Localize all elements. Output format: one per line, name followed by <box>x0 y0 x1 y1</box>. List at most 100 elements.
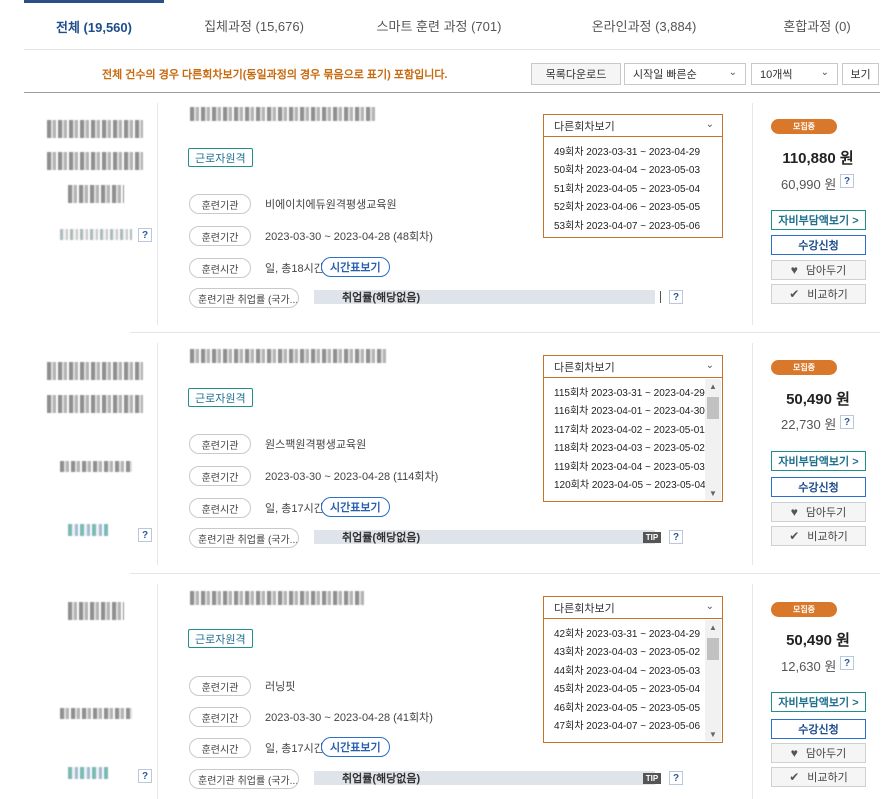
scroll-up-icon[interactable]: ▲ <box>705 379 721 393</box>
tab-classroom[interactable]: 집체과정 (15,676) <box>164 0 344 50</box>
wishlist-button[interactable]: ♥ 담아두기 <box>771 260 866 280</box>
session-item[interactable]: 47회차 2023-04-07 ~ 2023-05-06 <box>554 716 722 735</box>
course-thumbnail-text <box>68 185 124 203</box>
period-value: 2023-03-30 ~ 2023-04-28 (41회차) <box>265 712 433 724</box>
course-title[interactable] <box>190 591 364 605</box>
session-item[interactable]: 46회차 2023-04-05 ~ 2023-05-05 <box>554 697 722 716</box>
tab-all[interactable]: 전체 (19,560) <box>24 0 164 50</box>
tab-blended[interactable]: 혼합과정 (0) <box>754 0 880 50</box>
session-item[interactable]: 52회차 2023-04-06 ~ 2023-05-05 <box>554 197 722 216</box>
compare-label: 비교하기 <box>807 289 848 301</box>
scroll-up-icon[interactable]: ▲ <box>705 620 721 634</box>
help-icon[interactable]: ? <box>138 528 152 542</box>
schedule-button[interactable]: 시간표보기 <box>321 737 390 757</box>
session-item[interactable]: 51회차 2023-04-05 ~ 2023-05-04 <box>554 178 722 197</box>
page-size-select[interactable]: 10개씩 ⌄ <box>751 63 838 85</box>
session-item[interactable]: 43회차 2023-04-03 ~ 2023-05-02 <box>554 642 722 661</box>
course-row: ? 근로자원격 훈련기관 원스팩원격평생교육원 훈련기간 2023-03-30 … <box>0 333 891 573</box>
session-item[interactable]: 45회차 2023-04-05 ~ 2023-05-04 <box>554 679 722 698</box>
other-sessions-dropdown[interactable]: 다른회차보기 ⌄ 115회차 2023-03-31 ~ 2023-04-29 1… <box>543 355 723 502</box>
institution-value[interactable]: 원스팩원격평생교육원 <box>265 436 366 452</box>
chevron-down-icon: ⌄ <box>705 601 714 612</box>
employment-rate-bar: 취업률(해당없음) <box>314 530 655 544</box>
help-icon[interactable]: ? <box>138 769 152 783</box>
session-item[interactable]: 119회차 2023-04-04 ~ 2023-05-03 <box>554 456 722 475</box>
scroll-thumb[interactable] <box>707 638 719 660</box>
session-item[interactable]: 116회차 2023-04-01 ~ 2023-04-30 <box>554 401 722 420</box>
other-sessions-dropdown[interactable]: 다른회차보기 ⌄ 49회차 2023-03-31 ~ 2023-04-29 50… <box>543 114 723 238</box>
session-item[interactable]: 118회차 2023-04-03 ~ 2023-05-02 <box>554 438 722 457</box>
course-thumbnail-text <box>68 524 108 536</box>
self-pay-button[interactable]: 자비부담액보기 > <box>771 692 866 712</box>
check-icon: ✔ <box>789 529 800 543</box>
course-thumbnail-text <box>47 395 143 413</box>
employment-rate-bar: 취업률(해당없음) <box>314 771 655 785</box>
wishlist-label: 담아두기 <box>805 265 847 277</box>
tab-online[interactable]: 온라인과정 (3,884) <box>534 0 754 50</box>
help-icon[interactable]: ? <box>840 415 854 429</box>
session-scrollbar[interactable]: ▲ ▼ <box>705 379 721 500</box>
schedule-button[interactable]: 시간표보기 <box>321 497 390 517</box>
other-sessions-dropdown[interactable]: 다른회차보기 ⌄ 42회차 2023-03-31 ~ 2023-04-29 43… <box>543 596 723 743</box>
hours-label: 훈련시간 <box>189 498 251 518</box>
hours-value: 일, 총17시간 <box>265 743 324 755</box>
course-title[interactable] <box>190 107 376 121</box>
session-item[interactable]: 44회차 2023-04-04 ~ 2023-05-03 <box>554 660 722 679</box>
self-pay-button[interactable]: 자비부담액보기 > <box>771 210 866 230</box>
compare-button[interactable]: ✔ 비교하기 <box>771 526 866 546</box>
help-icon[interactable]: ? <box>138 228 152 242</box>
institution-label: 훈련기관 <box>189 676 251 696</box>
compare-button[interactable]: ✔ 비교하기 <box>771 284 866 304</box>
download-list-button[interactable]: 목록다운로드 <box>531 63 621 85</box>
session-scrollbar[interactable]: ▲ ▼ <box>705 620 721 741</box>
other-sessions-header[interactable]: 다른회차보기 ⌄ <box>544 597 722 619</box>
institution-value[interactable]: 비에이치에듀원격평생교육원 <box>265 196 397 212</box>
session-item[interactable]: 53회차 2023-04-07 ~ 2023-05-06 <box>554 215 722 234</box>
scroll-down-icon[interactable]: ▼ <box>705 486 721 500</box>
other-sessions-label: 다른회차보기 <box>554 120 615 133</box>
other-sessions-header[interactable]: 다른회차보기 ⌄ <box>544 115 722 137</box>
tip-badge[interactable]: TIP <box>643 532 661 543</box>
help-icon[interactable]: ? <box>669 771 683 785</box>
session-item[interactable]: 115회차 2023-03-31 ~ 2023-04-29 <box>554 382 722 401</box>
help-icon[interactable]: ? <box>669 290 683 304</box>
help-icon[interactable]: ? <box>840 656 854 670</box>
schedule-button[interactable]: 시간표보기 <box>321 257 390 277</box>
self-pay-button[interactable]: 자비부담액보기 > <box>771 451 866 471</box>
course-title[interactable] <box>190 349 388 363</box>
institution-value[interactable]: 러닝핏 <box>265 678 295 694</box>
course-type-badge: 근로자원격 <box>188 388 253 407</box>
session-item[interactable]: 42회차 2023-03-31 ~ 2023-04-29 <box>554 623 722 642</box>
help-icon[interactable]: ? <box>669 530 683 544</box>
column-divider <box>157 343 158 565</box>
status-badge: 모집중 <box>771 360 837 375</box>
scroll-down-icon[interactable]: ▼ <box>705 727 721 741</box>
tip-badge[interactable]: TIP <box>643 773 661 784</box>
view-button[interactable]: 보기 <box>842 63 879 85</box>
course-thumbnail-text <box>60 708 132 719</box>
other-sessions-header[interactable]: 다른회차보기 ⌄ <box>544 356 722 378</box>
session-item[interactable]: 120회차 2023-04-05 ~ 2023-05-04 <box>554 475 722 494</box>
scroll-thumb[interactable] <box>707 397 719 419</box>
apply-button[interactable]: 수강신청 <box>771 235 866 255</box>
compare-button[interactable]: ✔ 비교하기 <box>771 767 866 787</box>
session-item[interactable]: 49회차 2023-03-31 ~ 2023-04-29 <box>554 141 722 160</box>
wishlist-label: 담아두기 <box>805 748 847 760</box>
session-item[interactable]: 50회차 2023-04-04 ~ 2023-05-03 <box>554 160 722 179</box>
wishlist-button[interactable]: ♥ 담아두기 <box>771 502 866 522</box>
price: 110,880 원 <box>782 150 854 167</box>
hours-label: 훈련시간 <box>189 738 251 758</box>
course-type-badge: 근로자원격 <box>188 148 253 167</box>
compare-label: 비교하기 <box>807 772 848 784</box>
sort-select[interactable]: 시작일 빠른순 ⌄ <box>624 63 746 85</box>
tab-smart[interactable]: 스마트 훈련 과정 (701) <box>344 0 534 50</box>
apply-button[interactable]: 수강신청 <box>771 719 866 739</box>
session-item[interactable]: 117회차 2023-04-02 ~ 2023-05-01 <box>554 419 722 438</box>
employment-rate-bar: 취업률(해당없음) <box>314 290 655 304</box>
wishlist-button[interactable]: ♥ 담아두기 <box>771 743 866 763</box>
period-label: 훈련기간 <box>189 466 251 486</box>
help-icon[interactable]: ? <box>840 174 854 188</box>
chevron-down-icon: ⌄ <box>728 67 737 78</box>
heart-icon: ♥ <box>790 505 798 519</box>
apply-button[interactable]: 수강신청 <box>771 477 866 497</box>
